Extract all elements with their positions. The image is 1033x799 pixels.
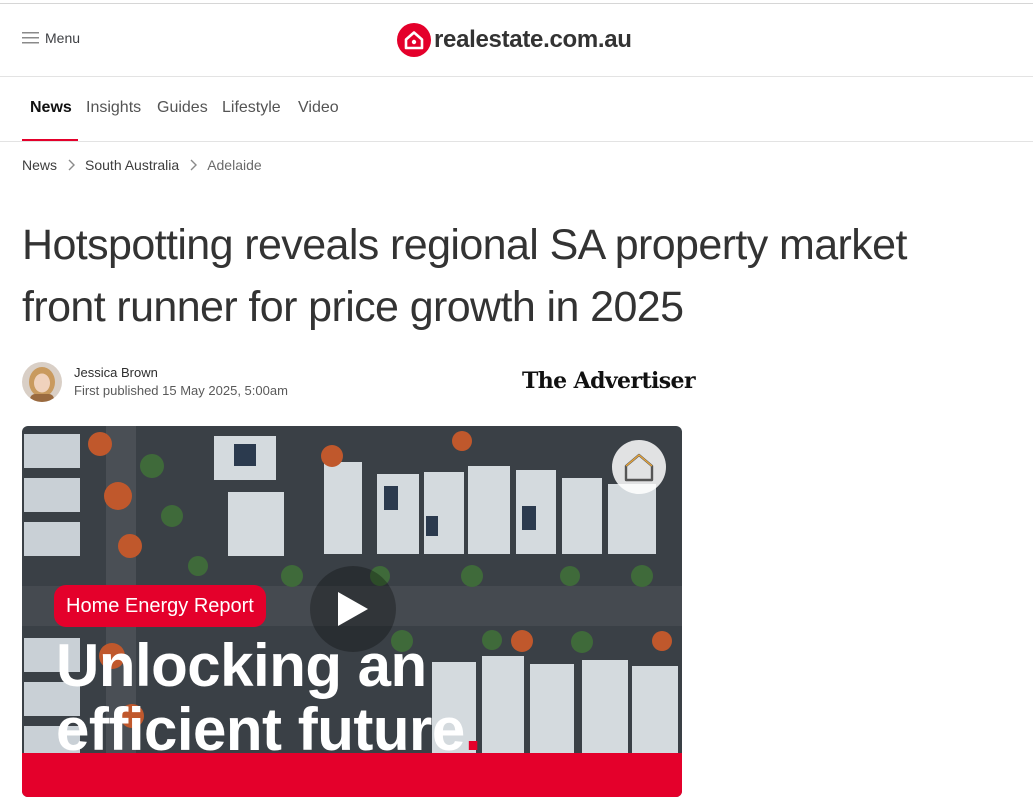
breadcrumb-adelaide: Adelaide bbox=[207, 157, 262, 173]
breadcrumb-south-australia[interactable]: South Australia bbox=[85, 157, 179, 173]
play-icon bbox=[338, 592, 368, 626]
tab-video[interactable]: Video bbox=[298, 77, 339, 140]
tab-lifestyle[interactable]: Lifestyle bbox=[222, 77, 281, 140]
home-icon bbox=[612, 440, 666, 494]
tab-insights[interactable]: Insights bbox=[86, 77, 141, 140]
site-header: Menu realestate.com.au bbox=[0, 4, 1033, 77]
chevron-right-icon bbox=[189, 159, 198, 171]
publisher-logo: The Advertiser bbox=[522, 368, 696, 394]
published-date: First published 15 May 2025, 5:00am bbox=[74, 383, 288, 398]
logo-wordmark: realestate.com.au bbox=[434, 26, 632, 53]
article-title-line-2: front runner for price growth in 2025 bbox=[22, 283, 684, 331]
author-name[interactable]: Jessica Brown bbox=[74, 364, 288, 382]
byline: Jessica Brown First published 15 May 202… bbox=[22, 362, 288, 402]
video-headline-line-1: Unlocking an bbox=[56, 632, 427, 699]
video-red-band bbox=[22, 753, 682, 797]
site-logo[interactable]: realestate.com.au bbox=[397, 23, 632, 57]
breadcrumb: News South Australia Adelaide bbox=[22, 157, 262, 173]
menu-label: Menu bbox=[45, 30, 81, 46]
active-tab-indicator bbox=[22, 139, 78, 141]
article-title: Hotspotting reveals regional SA property… bbox=[22, 214, 1022, 338]
video-player[interactable]: Home Energy Report Unlocking an efficien… bbox=[22, 426, 682, 797]
logo-house-icon bbox=[397, 23, 431, 57]
author-avatar[interactable] bbox=[22, 362, 62, 402]
tab-news[interactable]: News bbox=[30, 77, 72, 141]
hamburger-icon bbox=[22, 32, 39, 44]
video-tag: Home Energy Report bbox=[54, 585, 266, 627]
breadcrumb-news[interactable]: News bbox=[22, 157, 57, 173]
menu-button[interactable]: Menu bbox=[22, 30, 80, 46]
article-title-line-1: Hotspotting reveals regional SA property… bbox=[22, 221, 907, 269]
section-nav: News Insights Guides Lifestyle Video bbox=[0, 77, 1033, 142]
tab-guides[interactable]: Guides bbox=[157, 77, 208, 140]
chevron-right-icon bbox=[67, 159, 76, 171]
video-headline-line-2: efficient future. bbox=[56, 700, 481, 760]
